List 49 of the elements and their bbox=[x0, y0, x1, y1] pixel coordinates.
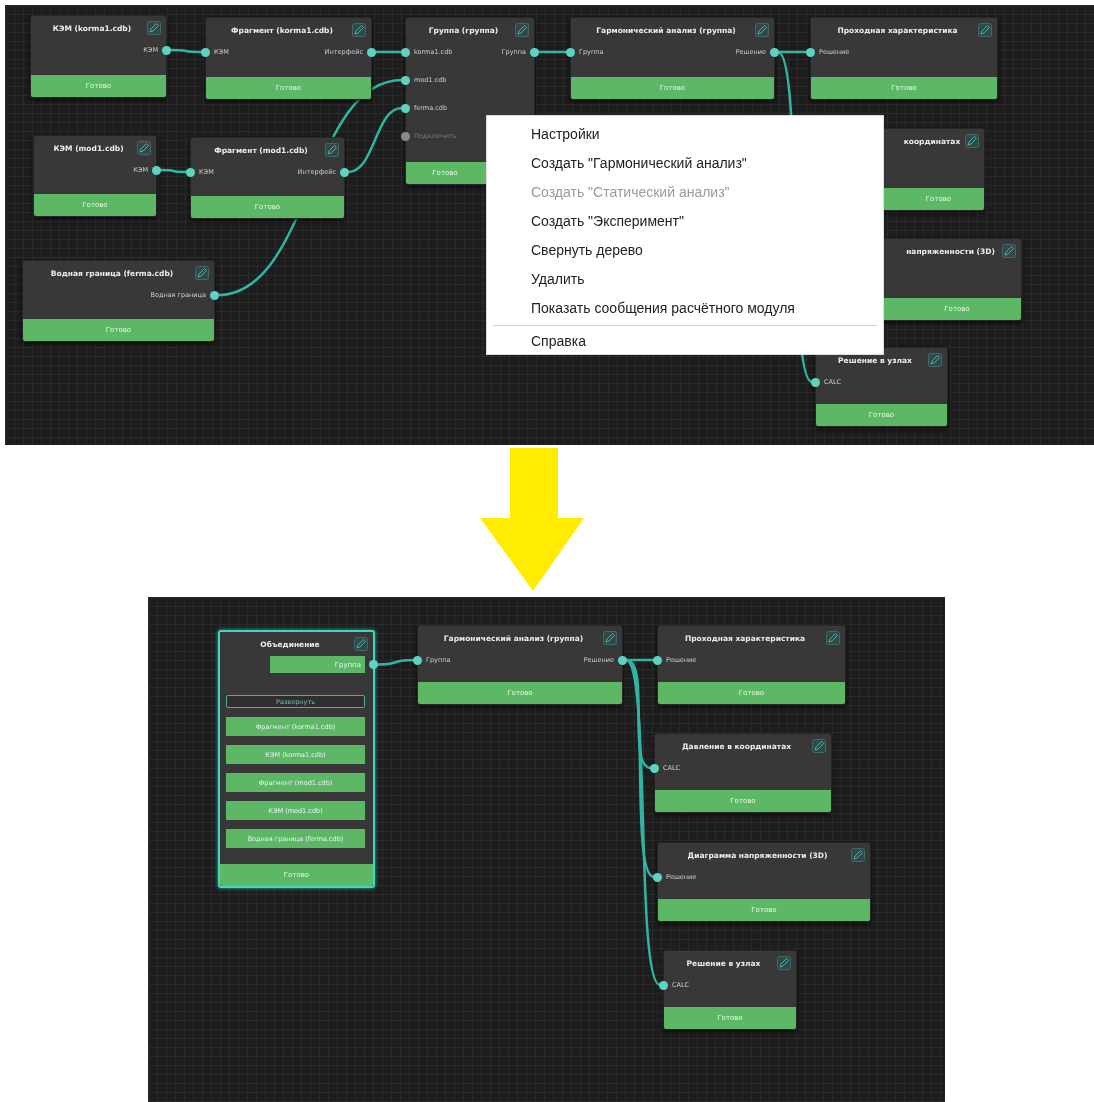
connection-wire bbox=[160, 168, 187, 174]
edit-icon[interactable] bbox=[147, 21, 161, 35]
edit-icon[interactable] bbox=[812, 739, 826, 753]
edit-icon[interactable] bbox=[978, 23, 992, 37]
port-dot[interactable] bbox=[152, 165, 161, 175]
port-dot[interactable] bbox=[401, 103, 410, 113]
menu-item[interactable]: Настройки bbox=[493, 119, 877, 149]
connection-wire bbox=[376, 658, 415, 666]
connection-wire bbox=[538, 50, 567, 54]
edit-icon[interactable] bbox=[195, 266, 209, 280]
port-dot[interactable] bbox=[401, 131, 410, 141]
port-dot[interactable] bbox=[811, 377, 820, 387]
port-dot[interactable] bbox=[210, 290, 219, 300]
port-dot[interactable] bbox=[530, 47, 539, 57]
edit-icon[interactable] bbox=[354, 637, 368, 651]
edit-icon[interactable] bbox=[928, 353, 942, 367]
connection-wire bbox=[375, 50, 402, 54]
port-dot[interactable] bbox=[653, 872, 662, 882]
edit-icon[interactable] bbox=[1002, 244, 1016, 258]
edit-icon[interactable] bbox=[515, 23, 529, 37]
port-dot[interactable] bbox=[186, 167, 195, 177]
port-dot[interactable] bbox=[367, 47, 376, 57]
port-dot[interactable] bbox=[340, 167, 349, 177]
port-dot[interactable] bbox=[806, 47, 815, 57]
port-dot[interactable] bbox=[566, 47, 575, 57]
edit-icon[interactable] bbox=[851, 848, 865, 862]
edit-icon[interactable] bbox=[965, 134, 979, 148]
edit-icon[interactable] bbox=[137, 141, 151, 155]
port-dot[interactable] bbox=[401, 75, 410, 85]
menu-item[interactable]: Удалить bbox=[493, 264, 877, 294]
port-dot[interactable] bbox=[653, 655, 662, 665]
port-dot[interactable] bbox=[162, 45, 171, 55]
port-dot[interactable] bbox=[659, 980, 668, 990]
port-dot[interactable] bbox=[201, 47, 210, 57]
menu-item[interactable]: Свернуть дерево bbox=[493, 235, 877, 265]
edit-icon[interactable] bbox=[352, 23, 366, 37]
edit-icon[interactable] bbox=[755, 23, 769, 37]
edit-icon[interactable] bbox=[325, 143, 339, 157]
edit-icon[interactable] bbox=[603, 631, 617, 645]
port-dot[interactable] bbox=[770, 47, 779, 57]
port-dot[interactable] bbox=[369, 660, 378, 669]
port-dot[interactable] bbox=[650, 763, 659, 773]
menu-item[interactable]: Справка bbox=[493, 328, 877, 354]
edit-icon[interactable] bbox=[826, 631, 840, 645]
edit-icon[interactable] bbox=[777, 956, 791, 970]
port-dot[interactable] bbox=[413, 655, 422, 665]
connection-wire bbox=[170, 48, 202, 54]
port-dot[interactable] bbox=[618, 655, 627, 665]
port-dot[interactable] bbox=[401, 47, 410, 57]
